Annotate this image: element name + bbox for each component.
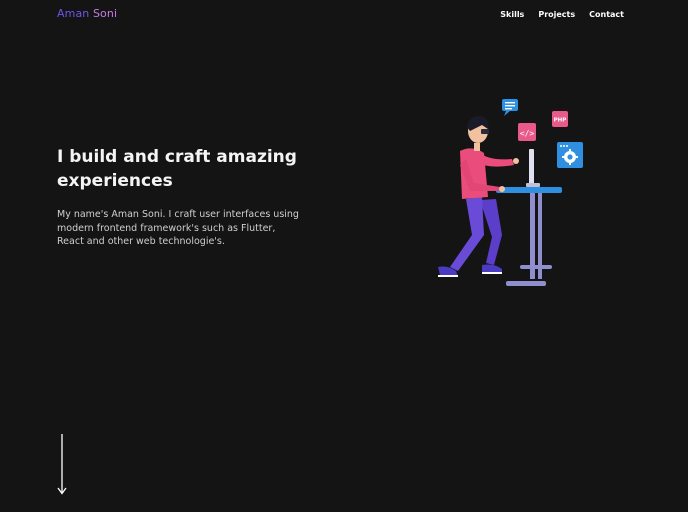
- logo-first-name: Aman: [57, 7, 90, 20]
- gear-icon: [557, 142, 583, 168]
- chat-bubble-icon: [502, 99, 518, 116]
- nav-link-projects[interactable]: Projects: [538, 10, 575, 19]
- svg-text:</>: </>: [520, 129, 535, 138]
- logo-last-name: Soni: [92, 7, 118, 20]
- person: [438, 116, 519, 277]
- arrow-down-icon[interactable]: [56, 434, 68, 496]
- desk: [496, 187, 562, 286]
- php-badge-text: PHP: [554, 118, 567, 124]
- monitor: [526, 149, 540, 187]
- hero-intro: My name's Aman Soni. I craft user interf…: [57, 209, 299, 247]
- code-icon: </>: [518, 123, 536, 141]
- nav-link-contact[interactable]: Contact: [589, 10, 624, 19]
- main-nav: Skills Projects Contact: [500, 10, 624, 19]
- page: Aman Soni Skills Projects Contact I buil…: [0, 0, 688, 512]
- developer-illustration: </> PHP: [438, 99, 583, 286]
- hero-headline: I build and craft amazing experiences: [57, 147, 297, 191]
- php-icon: PHP: [552, 111, 568, 127]
- nav-link-skills[interactable]: Skills: [500, 10, 524, 19]
- logo[interactable]: Aman Soni: [57, 7, 117, 20]
